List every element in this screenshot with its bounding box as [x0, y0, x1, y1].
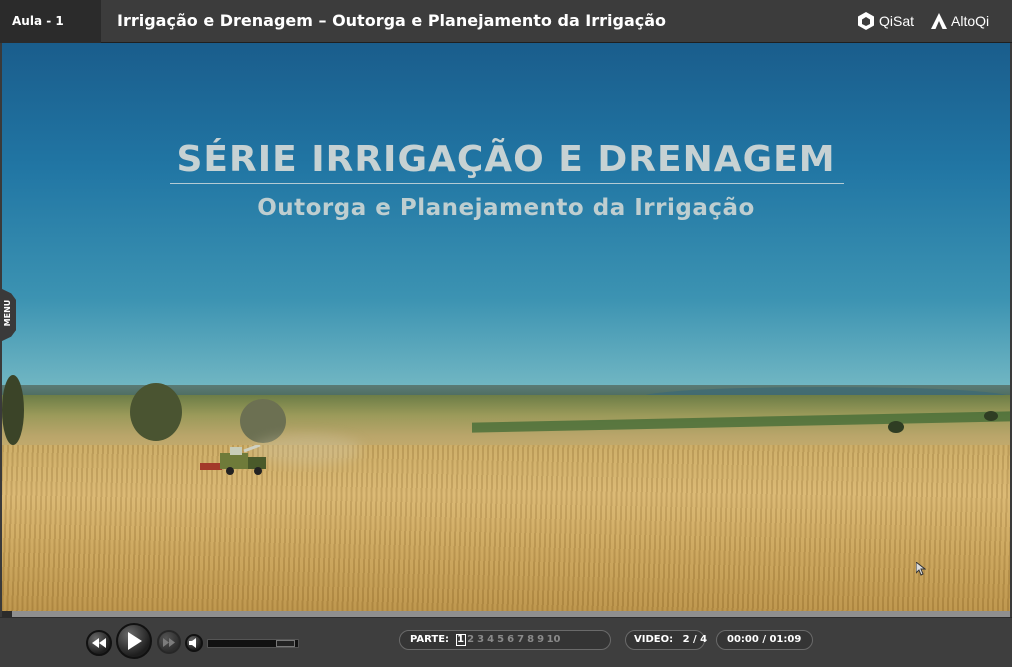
- video-counter: VIDEO: 2 / 4: [625, 630, 708, 650]
- parts-selector: PARTE: 1 2 3 4 5 6 7 8 9 10: [399, 630, 611, 650]
- fast-forward-button[interactable]: [157, 630, 181, 654]
- tree: [2, 375, 24, 445]
- part-3-button[interactable]: 3: [476, 631, 486, 649]
- lesson-label: Aula - 1: [0, 0, 101, 43]
- parts-label: PARTE:: [410, 634, 450, 645]
- speaker-icon: [189, 638, 196, 648]
- volume-slider-handle[interactable]: [276, 640, 295, 647]
- player-controls: PARTE: 1 2 3 4 5 6 7 8 9 10 VIDEO: 2 / 4 00:00 / …: [0, 617, 1012, 667]
- part-4-button[interactable]: 4: [486, 631, 496, 649]
- play-button[interactable]: [116, 623, 152, 659]
- video-counter-value: 2 / 4: [682, 634, 708, 645]
- fast-forward-icon: [163, 637, 175, 647]
- altoqi-logo-icon: [931, 13, 947, 29]
- part-8-button[interactable]: 8: [526, 631, 536, 649]
- tree: [130, 383, 182, 441]
- parts-list: 1 2 3 4 5 6 7 8 9 10: [455, 631, 562, 649]
- time-display-value: 00:00 / 01:09: [727, 634, 802, 645]
- rewind-button[interactable]: [86, 630, 112, 656]
- page-title: Irrigação e Drenagem – Outorga e Planeja…: [117, 11, 667, 30]
- part-10-button[interactable]: 10: [546, 631, 562, 649]
- part-7-button[interactable]: 7: [516, 631, 526, 649]
- qisat-brand: QiSat: [856, 8, 914, 34]
- mute-button[interactable]: [185, 634, 203, 652]
- player-window: Aula - 1 Irrigação e Drenagem – Outorga …: [0, 0, 1012, 667]
- qisat-brand-name: QiSat: [879, 13, 915, 29]
- part-2-button[interactable]: 2: [466, 631, 476, 649]
- part-6-button[interactable]: 6: [506, 631, 516, 649]
- video-title: SÉRIE IRRIGAÇÃO E DRENAGEM: [176, 139, 836, 180]
- play-icon: [128, 632, 142, 650]
- tree: [888, 421, 904, 433]
- title-divider: [170, 183, 844, 184]
- combine-harvester-icon: [200, 445, 266, 475]
- wheat-field: [2, 445, 1010, 611]
- menu-toggle-label[interactable]: MENU: [1, 293, 15, 333]
- altoqi-brand-name: AltoQi: [951, 13, 990, 29]
- qisat-logo-icon: [858, 12, 874, 30]
- mouse-cursor-icon: [916, 562, 926, 576]
- part-9-button[interactable]: 9: [536, 631, 546, 649]
- header-bar: Aula - 1 Irrigação e Drenagem – Outorga …: [0, 0, 1012, 43]
- video-counter-label: VIDEO:: [634, 634, 674, 645]
- rewind-icon: [92, 638, 106, 648]
- part-5-button[interactable]: 5: [496, 631, 506, 649]
- video-frame[interactable]: SÉRIE IRRIGAÇÃO E DRENAGEM Outorga e Pla…: [2, 43, 1010, 611]
- tree: [984, 411, 998, 421]
- altoqi-brand: AltoQi: [930, 8, 989, 34]
- video-subtitle: Outorga e Planejamento da Irrigação: [257, 195, 755, 221]
- part-1-button[interactable]: 1: [455, 634, 466, 646]
- time-display: 00:00 / 01:09: [716, 630, 813, 650]
